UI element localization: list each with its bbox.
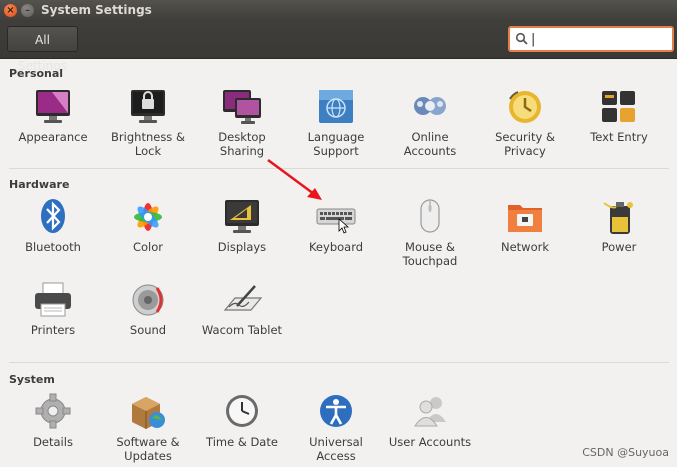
item-label: Desktop Sharing <box>218 130 266 158</box>
search-icon <box>515 32 528 45</box>
item-text-entry[interactable]: Text Entry <box>572 87 666 144</box>
appearance-icon <box>32 87 74 127</box>
universal-access-icon <box>315 392 357 432</box>
item-label: Sound <box>129 323 167 337</box>
item-keyboard[interactable]: Keyboard <box>289 197 383 254</box>
wacom-tablet-icon <box>221 280 263 320</box>
item-details[interactable]: Details <box>6 392 100 449</box>
watermark: CSDN @Suyuoa <box>582 446 669 459</box>
item-brightness-lock[interactable]: Brightness & Lock <box>101 87 195 158</box>
item-label: Time & Date <box>206 435 278 449</box>
item-language-support[interactable]: Language Support <box>289 87 383 158</box>
search-box[interactable]: | <box>508 26 674 52</box>
item-network[interactable]: Network <box>478 197 572 254</box>
item-universal-access[interactable]: Universal Access <box>289 392 383 463</box>
section-title-hardware: Hardware <box>9 178 70 191</box>
item-sound[interactable]: Sound <box>101 280 195 337</box>
item-desktop-sharing[interactable]: Desktop Sharing <box>195 87 289 158</box>
item-color[interactable]: Color <box>101 197 195 254</box>
section-divider <box>9 168 669 169</box>
item-label: Details <box>33 435 73 449</box>
item-label: Software & Updates <box>116 435 180 463</box>
network-icon <box>504 197 546 237</box>
item-power[interactable]: Power <box>572 197 666 254</box>
minimize-icon[interactable]: – <box>21 4 34 17</box>
displays-icon <box>221 197 263 237</box>
item-label: Wacom Tablet <box>201 323 283 337</box>
item-user-accounts[interactable]: User Accounts <box>383 392 477 449</box>
section-divider <box>9 362 669 363</box>
item-label: Universal Access <box>309 435 363 463</box>
item-label: Network <box>500 240 550 254</box>
item-label: User Accounts <box>388 435 472 449</box>
text-cursor: | <box>531 32 536 47</box>
security-privacy-icon <box>504 87 546 127</box>
item-label: Keyboard <box>308 240 364 254</box>
online-accounts-icon <box>409 87 451 127</box>
all-settings-button[interactable]: All Settings <box>7 26 78 73</box>
close-icon[interactable]: × <box>4 4 17 17</box>
language-support-icon <box>315 87 357 127</box>
text-entry-icon <box>598 87 640 127</box>
item-label: Appearance <box>18 130 88 144</box>
title-bar: × – System Settings <box>0 0 677 22</box>
item-appearance[interactable]: Appearance <box>6 87 100 144</box>
item-online-accounts[interactable]: Online Accounts <box>383 87 477 158</box>
item-mouse-touchpad[interactable]: Mouse & Touchpad <box>383 197 477 268</box>
item-label: Online Accounts <box>403 130 457 158</box>
item-software-updates[interactable]: Software & Updates <box>101 392 195 463</box>
keyboard-icon <box>315 197 357 237</box>
section-title-personal: Personal <box>9 67 64 80</box>
printer-icon <box>32 280 74 320</box>
item-bluetooth[interactable]: Bluetooth <box>6 197 100 254</box>
section-title-system: System <box>9 373 55 386</box>
item-time-date[interactable]: Time & Date <box>195 392 289 449</box>
time-date-icon <box>221 392 263 432</box>
item-wacom-tablet[interactable]: Wacom Tablet <box>195 280 289 337</box>
details-gear-icon <box>32 392 74 432</box>
bluetooth-icon <box>32 197 74 237</box>
item-label: Bluetooth <box>25 240 81 254</box>
toolbar: All Settings | <box>0 22 677 73</box>
item-label: Security & Privacy <box>495 130 555 158</box>
color-icon <box>127 197 169 237</box>
user-accounts-icon <box>409 392 451 432</box>
item-label: Power <box>601 240 637 254</box>
search-input[interactable] <box>530 30 664 50</box>
item-displays[interactable]: Displays <box>195 197 289 254</box>
item-label: Printers <box>30 323 76 337</box>
item-label: Color <box>132 240 164 254</box>
item-security-privacy[interactable]: Security & Privacy <box>478 87 572 158</box>
brightness-lock-icon <box>127 87 169 127</box>
desktop-sharing-icon <box>221 87 263 127</box>
item-label: Displays <box>217 240 267 254</box>
mouse-icon <box>409 197 451 237</box>
item-label: Brightness & Lock <box>111 130 185 158</box>
item-label: Text Entry <box>590 130 648 144</box>
software-updates-icon <box>127 392 169 432</box>
item-printers[interactable]: Printers <box>6 280 100 337</box>
item-label: Mouse & Touchpad <box>402 240 458 268</box>
item-label: Language Support <box>307 130 365 158</box>
power-icon <box>598 197 640 237</box>
sound-icon <box>127 280 169 320</box>
window-title: System Settings <box>41 3 152 17</box>
